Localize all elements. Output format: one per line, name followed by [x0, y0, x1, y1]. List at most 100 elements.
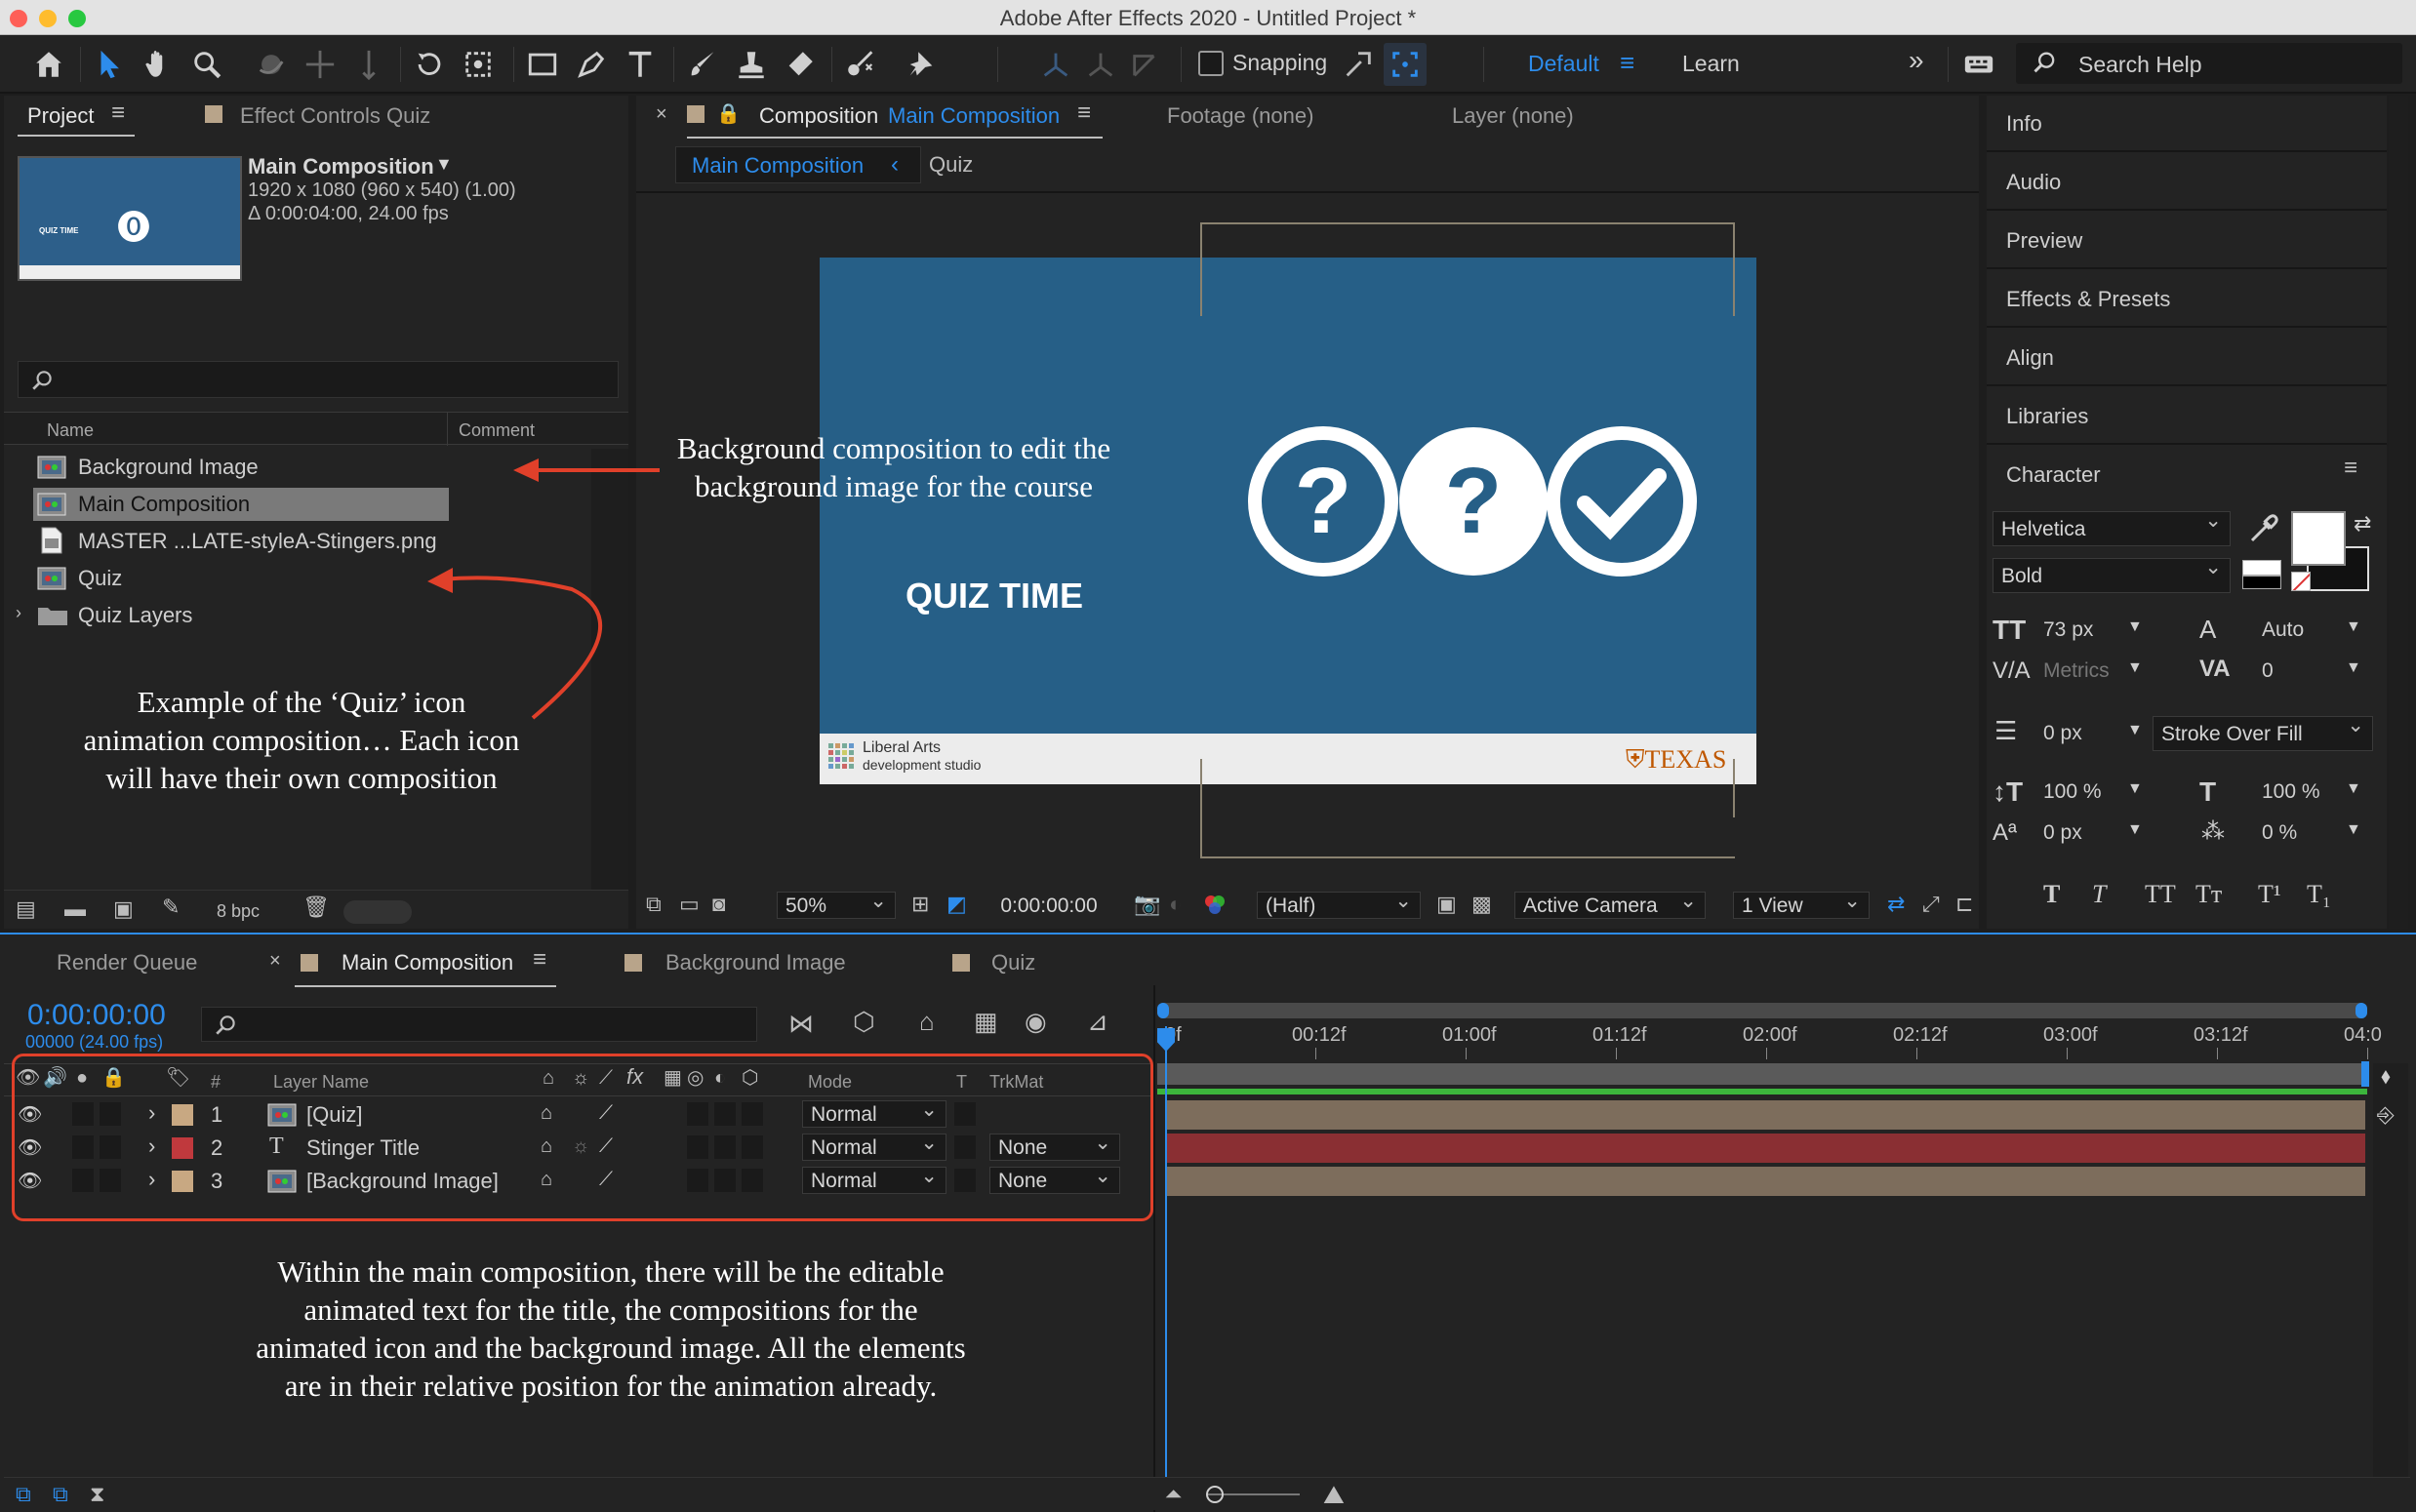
view-axis-icon[interactable]: [1124, 43, 1167, 86]
panel-effects-presets[interactable]: Effects & Presets: [1987, 271, 2387, 328]
project-scrollbar[interactable]: [591, 449, 628, 921]
layer-duration-bar[interactable]: [1167, 1167, 2365, 1196]
navigator-end-handle[interactable]: [2356, 1003, 2367, 1018]
home-icon[interactable]: [27, 43, 70, 86]
search-help-field[interactable]: Search Help: [2016, 43, 2402, 84]
layer-duration-bar[interactable]: [1167, 1134, 2365, 1163]
stroke-width-dropdown-icon[interactable]: ▼: [2127, 722, 2143, 739]
time-ruler[interactable]: 0f00:12f01:00f01:12f02:00f02:12f03:00f03…: [1157, 1020, 2389, 1059]
mask-visibility-icon[interactable]: ◩: [946, 894, 967, 915]
eyedropper-icon[interactable]: [2246, 511, 2281, 551]
current-time-indicator[interactable]: [1165, 1026, 1167, 1487]
tab-render-queue[interactable]: Render Queue: [57, 950, 197, 975]
work-area-bar[interactable]: [1157, 1063, 2367, 1085]
monitor-icon[interactable]: ▭: [679, 894, 700, 915]
breadcrumb-sub[interactable]: Quiz: [929, 152, 973, 178]
panel-preview[interactable]: Preview: [1987, 213, 2387, 269]
work-area-end-handle[interactable]: [2361, 1061, 2369, 1087]
puppet-pin-tool-icon[interactable]: [900, 43, 943, 86]
eraser-tool-icon[interactable]: [779, 43, 822, 86]
interpret-footage-icon[interactable]: ▤: [16, 898, 36, 920]
time-navigator[interactable]: [1157, 1003, 2367, 1018]
timeline-scrollbar[interactable]: [2373, 1063, 2408, 1492]
tracking-value[interactable]: 0: [2262, 659, 2274, 683]
toggle-pixel-aspect-icon[interactable]: ⇄: [1887, 894, 1905, 915]
type-tool-icon[interactable]: [619, 43, 662, 86]
motion-blur-icon[interactable]: ◉: [1025, 1009, 1047, 1034]
tab-background-image[interactable]: Background Image: [665, 950, 846, 975]
project-search-input[interactable]: [18, 361, 619, 398]
comp-button-icon[interactable]: ⎆: [2377, 1102, 2395, 1128]
project-item-main-composition[interactable]: Main Composition: [8, 486, 593, 523]
column-name[interactable]: Name: [47, 420, 94, 441]
transfer-controls-icon[interactable]: ⧉: [53, 1484, 68, 1505]
pen-tool-icon[interactable]: [570, 43, 613, 86]
trash-icon[interactable]: 🗑: [302, 896, 330, 918]
canvas-title-text[interactable]: QUIZ TIME: [906, 576, 1083, 617]
render-time-icon[interactable]: ⧗: [90, 1484, 104, 1505]
panel-audio[interactable]: Audio: [1987, 154, 2387, 211]
snap-to-feature-icon[interactable]: [1384, 43, 1427, 86]
project-item-quiz-layers[interactable]: › Quiz Layers: [8, 597, 593, 634]
close-tab-icon[interactable]: ×: [269, 950, 281, 973]
tracking-dropdown-icon[interactable]: ▼: [2346, 659, 2361, 677]
zoom-out-mountain-icon[interactable]: ⏶: [1165, 1484, 1183, 1505]
always-preview-icon[interactable]: ⧉: [646, 894, 662, 915]
world-axis-icon[interactable]: [1079, 43, 1122, 86]
camera-select[interactable]: Active Camera: [1514, 889, 1706, 919]
chevron-right-icon[interactable]: ›: [16, 603, 21, 623]
panel-info[interactable]: Info: [1987, 96, 2387, 152]
hand-tool-icon[interactable]: [137, 43, 180, 86]
vr-icon[interactable]: ◙: [712, 894, 725, 915]
project-settings-icon[interactable]: ✎: [162, 896, 180, 918]
panel-libraries[interactable]: Libraries: [1987, 388, 2387, 445]
timeline-current-time[interactable]: 0:00:00:00: [27, 999, 166, 1032]
faux-bold-button[interactable]: T: [2043, 880, 2060, 909]
snapshot-camera-icon[interactable]: 📷: [1134, 894, 1160, 915]
kerning-value[interactable]: Metrics: [2043, 659, 2110, 683]
timeline-toggle-icon[interactable]: ⊏: [1955, 894, 1973, 915]
clone-stamp-tool-icon[interactable]: [730, 43, 773, 86]
stroke-mode-select[interactable]: Stroke Over Fill: [2153, 713, 2373, 751]
tab-effect-controls[interactable]: Effect Controls Quiz: [240, 103, 430, 129]
workspace-menu-icon[interactable]: ≡: [1620, 48, 1634, 78]
tsume-dropdown-icon[interactable]: ▼: [2346, 821, 2361, 839]
character-menu-icon[interactable]: ≡: [2344, 455, 2357, 482]
bit-depth-button[interactable]: 8 bpc: [209, 898, 267, 924]
current-time-display[interactable]: 0:00:00:00: [984, 892, 1114, 921]
snapping-checkbox[interactable]: [1198, 51, 1224, 76]
superscript-button[interactable]: T¹: [2258, 880, 2281, 909]
view-layout-select[interactable]: 1 View: [1733, 889, 1870, 919]
pan-behind-tool-icon[interactable]: [457, 43, 500, 86]
tsume-value[interactable]: 0 %: [2262, 821, 2297, 845]
tab-main-composition[interactable]: Main Composition: [342, 950, 513, 975]
pan-camera-icon[interactable]: [299, 43, 342, 86]
vertical-scale-value[interactable]: 100 %: [2043, 780, 2102, 804]
set-to-white-icon[interactable]: [2242, 560, 2281, 576]
close-tab-icon[interactable]: ×: [656, 103, 667, 126]
subscript-button[interactable]: T₁: [2307, 880, 2331, 909]
breadcrumb-main[interactable]: Main Composition ‹: [675, 146, 921, 183]
grid-icon[interactable]: ⊞: [911, 894, 929, 915]
dolly-camera-icon[interactable]: [347, 43, 390, 86]
font-size-value[interactable]: 73 px: [2043, 618, 2093, 642]
tab-footage[interactable]: Footage (none): [1167, 103, 1313, 129]
resolution-select[interactable]: (Half): [1257, 889, 1421, 919]
kerning-dropdown-icon[interactable]: ▼: [2127, 659, 2143, 677]
fill-color-swatch[interactable]: [2291, 511, 2346, 566]
all-caps-button[interactable]: TT: [2145, 880, 2176, 909]
panel-character[interactable]: Character: [1987, 447, 2387, 503]
horizontal-scale-dropdown-icon[interactable]: ▼: [2346, 780, 2361, 798]
layer-duration-bar[interactable]: [1167, 1100, 2365, 1130]
magnification-select[interactable]: 50%: [777, 889, 896, 919]
tab-quiz[interactable]: Quiz: [991, 950, 1035, 975]
stroke-width-value[interactable]: 0 px: [2043, 722, 2082, 745]
font-style-select[interactable]: Bold: [1993, 555, 2231, 593]
panel-align[interactable]: Align: [1987, 330, 2387, 386]
workspace-default[interactable]: Default: [1528, 51, 1599, 77]
font-size-dropdown-icon[interactable]: ▼: [2127, 618, 2143, 636]
comp-marker-bin-icon[interactable]: ⬧: [2381, 1063, 2391, 1089]
composition-canvas[interactable]: QUIZ TIME ? ? Liberal Arts development s…: [820, 258, 1756, 784]
fast-previews-icon[interactable]: ⤢: [1922, 894, 1940, 915]
column-comment[interactable]: Comment: [459, 420, 535, 441]
